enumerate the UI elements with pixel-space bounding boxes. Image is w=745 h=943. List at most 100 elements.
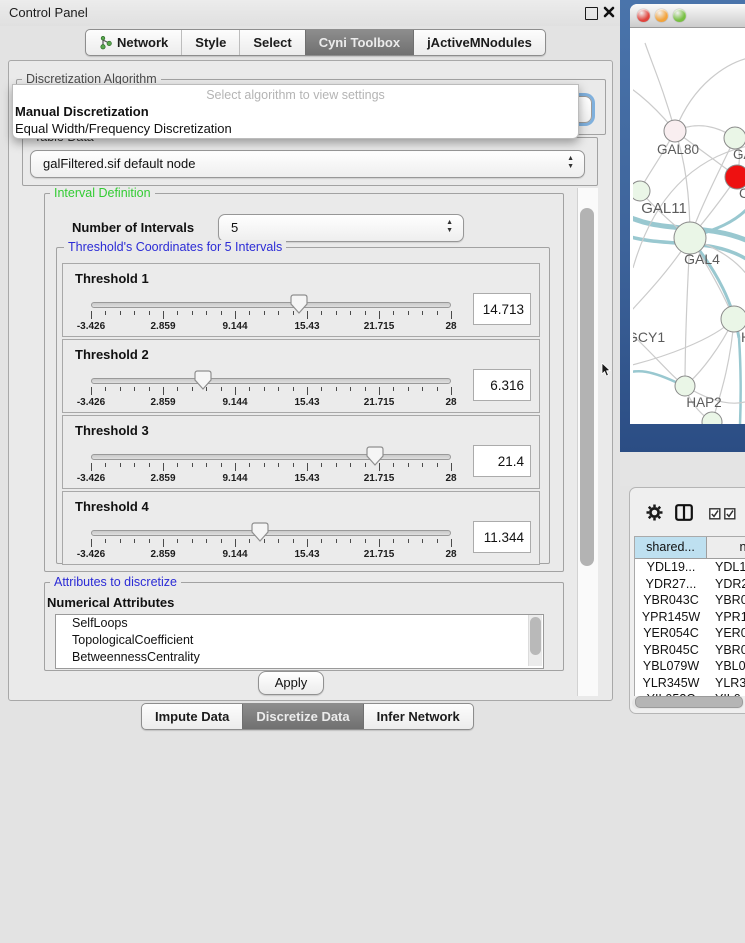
table-row[interactable]: YBR043CYBR0 [635, 592, 745, 609]
cell-name[interactable]: YDL1 [707, 559, 745, 576]
threshold-value-field[interactable]: 6.316 [473, 369, 531, 401]
slider-track[interactable] [91, 302, 451, 308]
tab-network[interactable]: Network [86, 30, 181, 55]
column-header-shared[interactable]: shared... [635, 537, 707, 559]
column-header-na[interactable]: na [707, 537, 745, 559]
network-node-label: GAL80 [657, 142, 699, 157]
table-row[interactable]: YDR27...YDR2 [635, 576, 745, 593]
number-of-intervals-spinner[interactable]: 5 ▲▼ [218, 214, 464, 242]
threshold-value-field[interactable]: 11.344 [473, 521, 531, 553]
threshold-slider[interactable]: -3.4262.8599.14415.4321.71528 [91, 446, 451, 486]
cell-shared-name[interactable]: YBR043C [635, 592, 707, 609]
attribute-item-selfloops[interactable]: SelfLoops [56, 615, 543, 632]
numerical-attributes-label: Numerical Attributes [47, 595, 174, 610]
cell-name[interactable]: YLR3 [707, 675, 745, 692]
popup-option-equal-width-frequency-discretization[interactable]: Equal Width/Frequency Discretization [13, 120, 578, 137]
slider-ticks [91, 311, 451, 320]
checkbox-icons[interactable] [709, 508, 739, 520]
table-row[interactable]: YLR345WYLR3 [635, 675, 745, 692]
table-hscrollbar-thumb[interactable] [635, 696, 743, 708]
cell-shared-name[interactable]: YBR045C [635, 642, 707, 659]
network-icon [99, 35, 112, 50]
slider-handle[interactable] [251, 522, 269, 542]
tab-label: jActiveMNodules [427, 35, 532, 50]
traffic-light-minimize-icon[interactable] [655, 9, 668, 22]
cell-name[interactable]: YDR2 [707, 576, 745, 593]
threshold-block-3: Threshold 3-3.4262.8599.14415.4321.71528… [62, 415, 540, 489]
network-nodes[interactable] [633, 120, 745, 424]
threshold-value-field[interactable]: 21.4 [473, 445, 531, 477]
control-panel-titlebar: Control Panel [0, 0, 620, 26]
tab-cyni-toolbox[interactable]: Cyni Toolbox [305, 30, 413, 55]
cell-shared-name[interactable]: YPR145W [635, 609, 707, 626]
slider-ticks [91, 463, 451, 472]
cell-shared-name[interactable]: YDL19... [635, 559, 707, 576]
tab-jactivemnodules[interactable]: jActiveMNodules [413, 30, 545, 55]
network-node-gal11[interactable] [633, 181, 650, 201]
node-attribute-table[interactable]: shared...na YDL19...YDL1YDR27...YDR2YBR0… [634, 536, 745, 696]
table-row[interactable]: YPR145WYPR1 [635, 609, 745, 626]
number-of-intervals-value: 5 [231, 220, 238, 235]
cell-shared-name[interactable]: YBL079W [635, 658, 707, 675]
network-node-label: HAP2 [686, 395, 721, 410]
slider-track[interactable] [91, 378, 451, 384]
threshold-label: Threshold 4 [75, 499, 149, 514]
network-node-unnamed[interactable] [702, 412, 722, 424]
cell-name[interactable]: YER0 [707, 625, 745, 642]
tab-style[interactable]: Style [181, 30, 239, 55]
tab-select[interactable]: Select [239, 30, 304, 55]
threshold-block-1: Threshold 1-3.4262.8599.14415.4321.71528… [62, 263, 540, 337]
table-data-combobox-value: galFiltered.sif default node [43, 156, 195, 171]
network-node-hap2[interactable] [675, 376, 695, 396]
slider-track[interactable] [91, 530, 451, 536]
network-window-titlebar[interactable] [630, 4, 745, 28]
threshold-label: Threshold 2 [75, 347, 149, 362]
attribute-item-topologicalcoefficient[interactable]: TopologicalCoefficient [56, 632, 543, 649]
bottom-tab-bar: Impute DataDiscretize DataInfer Network [141, 703, 474, 730]
float-window-icon[interactable] [585, 7, 598, 20]
tab-discretize-data[interactable]: Discretize Data [242, 704, 362, 729]
cell-shared-name[interactable]: YLR345W [635, 675, 707, 692]
threshold-value-field[interactable]: 14.713 [473, 293, 531, 325]
cell-shared-name[interactable]: YER054C [635, 625, 707, 642]
cell-name[interactable]: YBR0 [707, 592, 745, 609]
settings-gear-icon[interactable] [646, 504, 663, 521]
slider-handle[interactable] [290, 294, 308, 314]
network-node-label: GCY1 [633, 329, 665, 345]
cell-name[interactable]: YBR0 [707, 642, 745, 659]
table-row[interactable]: YDL19...YDL1 [635, 559, 745, 576]
attribute-item-betweennesscentrality[interactable]: BetweennessCentrality [56, 649, 543, 666]
table-row[interactable]: YBL079WYBL0 [635, 658, 745, 675]
mouse-cursor [601, 363, 611, 377]
cell-name[interactable]: YPR1 [707, 609, 745, 626]
traffic-light-zoom-icon[interactable] [673, 9, 686, 22]
table-row[interactable]: YBR045CYBR0 [635, 642, 745, 659]
network-canvas[interactable]: GAL80GACGAL11GAL4GCY1HHAP2 [633, 28, 745, 424]
threshold-slider[interactable]: -3.4262.8599.14415.4321.71528 [91, 294, 451, 334]
table-data-combobox[interactable]: galFiltered.sif default node ▲▼ [30, 150, 585, 178]
slider-handle[interactable] [366, 446, 384, 466]
main-scrollbar-thumb[interactable] [580, 208, 594, 566]
apply-button[interactable]: Apply [258, 671, 324, 695]
attributes-scrollbar-thumb[interactable] [530, 617, 541, 655]
cell-name[interactable]: YBL0 [707, 658, 745, 675]
threshold-slider[interactable]: -3.4262.8599.14415.4321.71528 [91, 370, 451, 410]
tab-label: Style [195, 35, 226, 50]
table-panel: shared...na YDL19...YDL1YDR27...YDR2YBR0… [629, 487, 745, 714]
close-icon[interactable] [603, 6, 615, 18]
tab-infer-network[interactable]: Infer Network [363, 704, 473, 729]
split-columns-icon[interactable] [675, 504, 693, 521]
tab-impute-data[interactable]: Impute Data [142, 704, 242, 729]
table-row[interactable]: YER054CYER0 [635, 625, 745, 642]
slider-track[interactable] [91, 454, 451, 460]
popup-option-manual-discretization[interactable]: Manual Discretization [13, 103, 578, 120]
network-node-gal80[interactable] [664, 120, 686, 142]
cell-shared-name[interactable]: YDR27... [635, 576, 707, 593]
numerical-attributes-list[interactable]: SelfLoopsTopologicalCoefficientBetweenne… [55, 614, 544, 669]
slider-handle[interactable] [194, 370, 212, 390]
network-node-ga[interactable] [724, 127, 745, 149]
threshold-slider[interactable]: -3.4262.8599.14415.4321.71528 [91, 522, 451, 562]
traffic-light-close-icon[interactable] [637, 9, 650, 22]
combobox-arrows-icon: ▲▼ [567, 155, 574, 171]
network-node-gal4[interactable] [674, 222, 706, 254]
